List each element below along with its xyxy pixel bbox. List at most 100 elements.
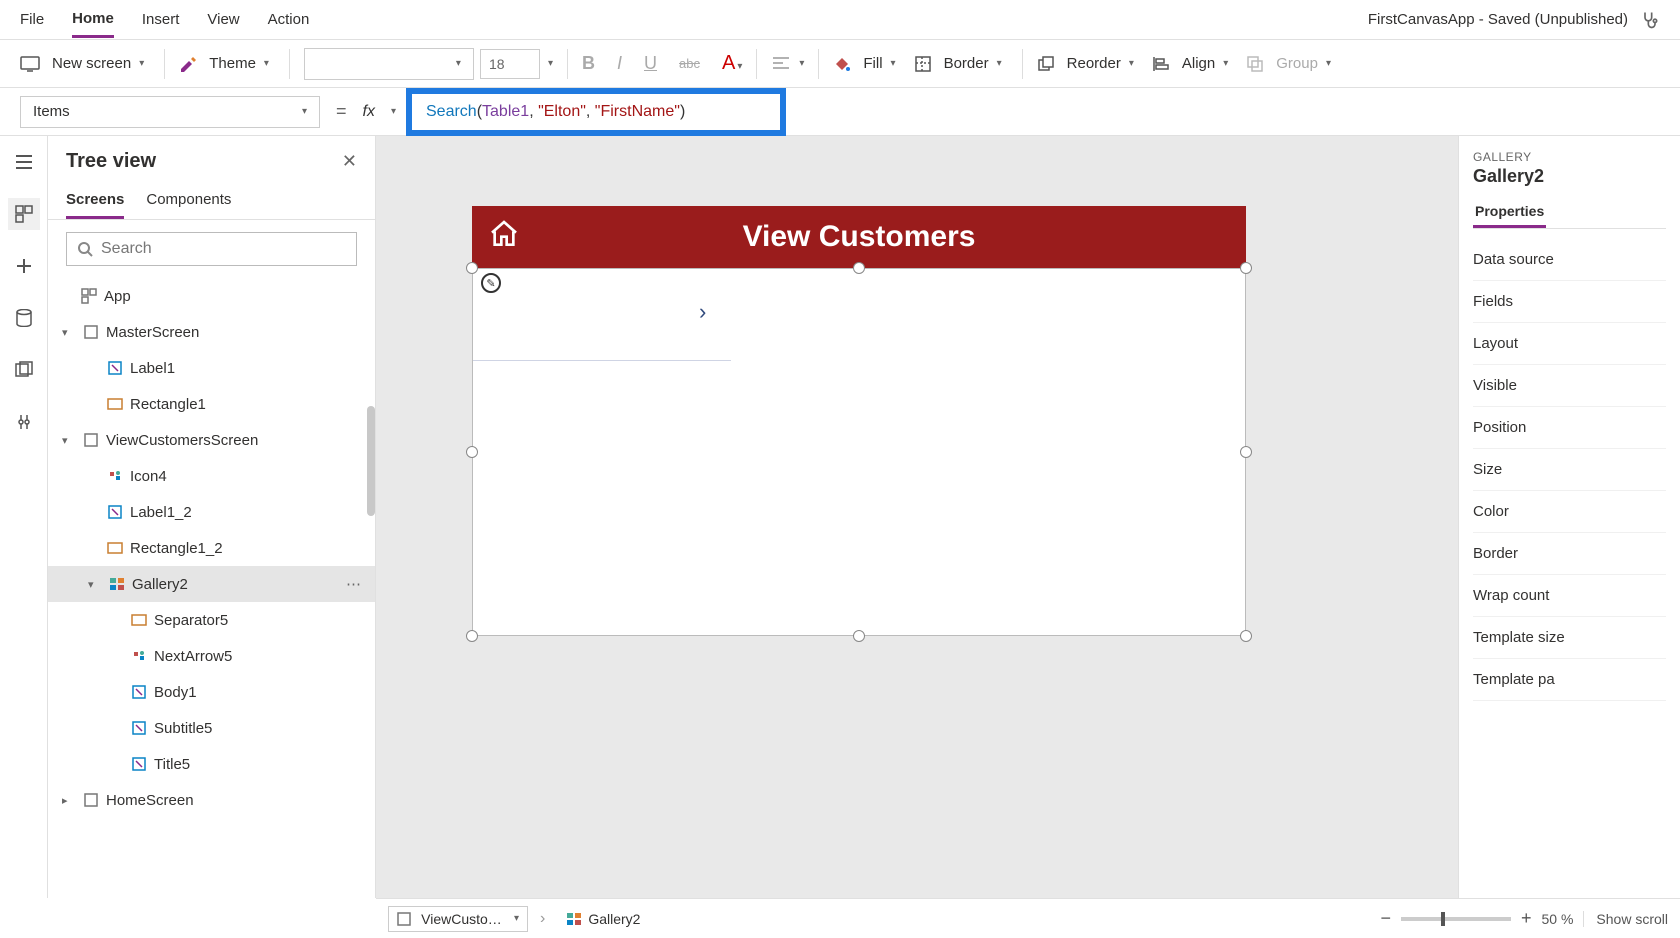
- stethoscope-icon[interactable]: [1640, 10, 1660, 30]
- selection-handle[interactable]: [1240, 446, 1252, 458]
- selection-handle[interactable]: [466, 262, 478, 274]
- prop-visible[interactable]: Visible: [1473, 365, 1666, 407]
- zoom-in-button[interactable]: +: [1521, 908, 1532, 929]
- italic-button[interactable]: I: [617, 53, 622, 74]
- tree-node-label1[interactable]: Label1: [48, 350, 375, 386]
- group-button[interactable]: Group▾: [1270, 51, 1337, 76]
- chevron-down-icon[interactable]: ▾: [62, 434, 76, 447]
- tree-node-label1-2[interactable]: Label1_2: [48, 494, 375, 530]
- close-icon[interactable]: ✕: [342, 151, 357, 172]
- formula-input[interactable]: Search(Table1, "Elton", "FirstName"): [406, 94, 1660, 130]
- strikethrough-button[interactable]: abc: [679, 56, 700, 71]
- more-icon[interactable]: ⋯: [346, 575, 363, 593]
- selection-handle[interactable]: [1240, 262, 1252, 274]
- theme-button[interactable]: Theme▾: [203, 51, 275, 76]
- tree-node-icon4[interactable]: Icon4: [48, 458, 375, 494]
- chevron-down-icon[interactable]: ▾: [62, 326, 76, 339]
- tree-node-gallery2[interactable]: ▾ Gallery2 ⋯: [48, 566, 375, 602]
- reorder-icon: [1037, 55, 1055, 73]
- tree-node-masterscreen[interactable]: ▾ MasterScreen: [48, 314, 375, 350]
- screen-title: View Customers: [743, 220, 976, 254]
- prop-fields[interactable]: Fields: [1473, 281, 1666, 323]
- reorder-button[interactable]: Reorder▾: [1061, 51, 1140, 76]
- left-rail: [0, 136, 48, 898]
- tree-node-nextarrow5[interactable]: NextArrow5: [48, 638, 375, 674]
- font-family-select[interactable]: ▾: [304, 48, 474, 80]
- selection-handle[interactable]: [853, 262, 865, 274]
- rail-media[interactable]: [8, 354, 40, 386]
- rail-hamburger[interactable]: [8, 146, 40, 178]
- screen-preview[interactable]: View Customers ✎ ›: [472, 206, 1246, 636]
- gallery-row[interactable]: ›: [473, 269, 731, 361]
- search-input[interactable]: Search: [66, 232, 357, 266]
- rail-data[interactable]: [8, 302, 40, 334]
- tree-node-body1[interactable]: Body1: [48, 674, 375, 710]
- prop-template-padding[interactable]: Template pa: [1473, 659, 1666, 701]
- design-canvas[interactable]: View Customers ✎ ›: [376, 136, 1458, 898]
- selection-handle[interactable]: [1240, 630, 1252, 642]
- scrollbar-thumb[interactable]: [367, 406, 375, 516]
- prop-position[interactable]: Position: [1473, 407, 1666, 449]
- selection-handle[interactable]: [466, 630, 478, 642]
- tab-components[interactable]: Components: [146, 183, 231, 219]
- align-button[interactable]: Align▾: [1176, 51, 1234, 76]
- zoom-slider[interactable]: [1401, 917, 1511, 921]
- properties-panel: GALLERY Gallery2 Properties Data source …: [1458, 136, 1680, 898]
- align-text-icon[interactable]: [771, 56, 791, 72]
- tree-node-title5[interactable]: Title5: [48, 746, 375, 782]
- prop-border[interactable]: Border: [1473, 533, 1666, 575]
- gallery-control[interactable]: ✎ ›: [472, 268, 1246, 636]
- prop-template-size[interactable]: Template size: [1473, 617, 1666, 659]
- font-size-input[interactable]: [480, 49, 540, 79]
- breadcrumb-sep: ›: [540, 910, 545, 928]
- border-button[interactable]: Border▾: [938, 51, 1008, 76]
- tab-screens[interactable]: Screens: [66, 183, 124, 219]
- properties-tab[interactable]: Properties: [1473, 197, 1546, 228]
- tree-node-subtitle5[interactable]: Subtitle5: [48, 710, 375, 746]
- new-screen-button[interactable]: New screen▾: [46, 51, 150, 76]
- chevron-right-icon[interactable]: ›: [699, 299, 706, 325]
- tree-node-viewcustomers[interactable]: ▾ ViewCustomersScreen: [48, 422, 375, 458]
- breadcrumb-screen[interactable]: ViewCusto…▾: [388, 906, 528, 932]
- breadcrumb-control[interactable]: Gallery2: [557, 906, 649, 932]
- home-icon[interactable]: [488, 218, 520, 250]
- selection-handle[interactable]: [466, 446, 478, 458]
- menu-home[interactable]: Home: [72, 2, 114, 38]
- underline-button[interactable]: U: [644, 53, 657, 74]
- tree-node-app[interactable]: App: [48, 278, 375, 314]
- selection-handle[interactable]: [853, 630, 865, 642]
- status-bar: ViewCusto…▾ › Gallery2 − + 50 % Show scr…: [376, 898, 1680, 938]
- property-selector[interactable]: Items▾: [20, 96, 320, 128]
- menu-view[interactable]: View: [207, 3, 239, 36]
- prop-layout[interactable]: Layout: [1473, 323, 1666, 365]
- rail-tree-view[interactable]: [8, 198, 40, 230]
- menu-action[interactable]: Action: [268, 3, 310, 36]
- prop-data-source[interactable]: Data source: [1473, 239, 1666, 281]
- rail-insert[interactable]: [8, 250, 40, 282]
- fill-button[interactable]: Fill▾: [857, 51, 901, 76]
- bold-button[interactable]: B: [582, 53, 595, 74]
- screen-square-icon: [82, 791, 100, 809]
- prop-size[interactable]: Size: [1473, 449, 1666, 491]
- zoom-out-button[interactable]: −: [1380, 908, 1391, 929]
- tree-node-separator5[interactable]: Separator5: [48, 602, 375, 638]
- prop-wrap-count[interactable]: Wrap count: [1473, 575, 1666, 617]
- chevron-right-icon[interactable]: ▸: [62, 794, 76, 807]
- search-icon: [77, 241, 93, 257]
- rectangle-icon: [130, 611, 148, 629]
- rail-advanced[interactable]: [8, 406, 40, 438]
- tree-node-rectangle1-2[interactable]: Rectangle1_2: [48, 530, 375, 566]
- ribbon-toolbar: New screen▾ Theme▾ ▾ ▾ B I U abc A▾ ▾ Fi…: [0, 40, 1680, 88]
- menu-insert[interactable]: Insert: [142, 3, 180, 36]
- tree-node-homescreen[interactable]: ▸ HomeScreen: [48, 782, 375, 818]
- tree-node-rectangle1[interactable]: Rectangle1: [48, 386, 375, 422]
- screen-square-icon: [82, 323, 100, 341]
- control-name[interactable]: Gallery2: [1473, 166, 1666, 187]
- chevron-down-icon[interactable]: ▾: [88, 578, 102, 591]
- prop-color[interactable]: Color: [1473, 491, 1666, 533]
- menu-file[interactable]: File: [20, 3, 44, 36]
- label-icon: [106, 503, 124, 521]
- menu-bar: File Home Insert View Action FirstCanvas…: [0, 0, 1680, 40]
- align-obj-icon: [1152, 55, 1170, 73]
- font-color-button[interactable]: A▾: [722, 52, 742, 75]
